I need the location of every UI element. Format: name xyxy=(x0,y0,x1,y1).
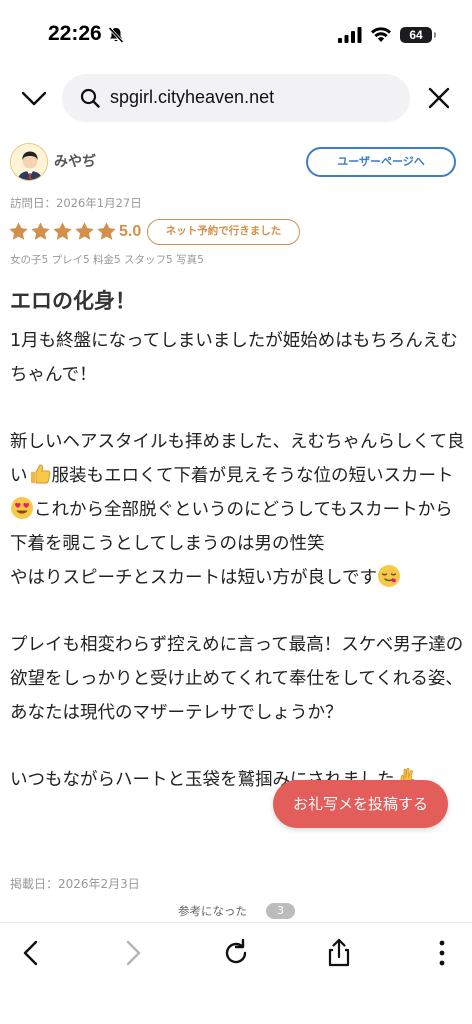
chevron-down-icon[interactable] xyxy=(20,85,48,111)
url-field[interactable]: spgirl.cityheaven.net xyxy=(62,74,410,122)
review-paragraph: これから全部脱ぐというのにどうしてもスカートから下着を覗こうとしてしまうのは男の… xyxy=(10,499,453,554)
signal-icon xyxy=(338,27,362,43)
username[interactable]: みやぢ xyxy=(54,151,96,171)
review-paragraph: 1月も終盤になってしまいましたが姫始めはもちろんえむちゃんで！ xyxy=(10,331,458,385)
star-rating xyxy=(8,221,117,243)
review-body: 1月も終盤になってしまいましたが姫始めはもちろんえむちゃんで！ 新しいヘアスタイ… xyxy=(10,325,465,798)
sub-scores: 女の子5 プレイ5 料金5 スタッフ5 写真5 xyxy=(10,254,204,266)
avatar[interactable] xyxy=(10,143,48,181)
back-icon[interactable] xyxy=(16,937,48,969)
review-paragraph: 服装もエロくて下着が見えそうな位の短いスカート xyxy=(51,466,454,487)
address-bar-row: spgirl.cityheaven.net xyxy=(0,73,472,123)
helpful-count-badge: 3 xyxy=(266,903,295,919)
star-icon xyxy=(9,222,28,240)
post-thankyou-photo-button[interactable]: お礼写メを投稿する xyxy=(273,780,448,828)
review-title: エロの化身！ xyxy=(10,289,136,313)
user-page-button[interactable]: ユーザーページへ xyxy=(306,147,456,177)
review-paragraph: プレイも相変わらず控えめに言って最高！スケベ男子達の欲望をしっかりと受け止めてく… xyxy=(10,635,464,723)
visit-date: 訪問日：2026年1月27日 xyxy=(10,196,142,210)
net-reservation-badge: ネット予約で行きました xyxy=(147,219,300,245)
browser-toolbar xyxy=(0,922,472,1024)
star-icon xyxy=(53,222,72,240)
more-icon[interactable] xyxy=(426,937,458,969)
star-icon xyxy=(75,222,94,240)
forward-icon[interactable] xyxy=(116,937,148,969)
helpful-button[interactable]: 参考になった xyxy=(178,903,247,919)
star-icon xyxy=(97,222,116,240)
close-icon[interactable] xyxy=(426,85,452,111)
status-bar: 22:26 64 xyxy=(0,0,472,70)
review-paragraph: やはりスピーチとスカートは短い方が良しです xyxy=(10,567,377,588)
status-time: 22:26 xyxy=(48,22,102,45)
share-icon[interactable] xyxy=(323,937,355,969)
rating-value: 5.0 xyxy=(119,223,142,240)
battery-indicator: 64 xyxy=(400,27,436,43)
url-text: spgirl.cityheaven.net xyxy=(110,87,275,107)
bell-slash-icon xyxy=(108,26,124,44)
heart-eyes-icon xyxy=(11,496,33,519)
thumbs-up-icon xyxy=(30,464,50,484)
user-avatar-icon xyxy=(11,144,47,180)
post-date: 掲載日：2026年2月3日 xyxy=(10,877,140,891)
star-icon xyxy=(31,222,50,240)
reload-icon[interactable] xyxy=(220,937,252,969)
wifi-icon xyxy=(371,27,391,42)
search-icon xyxy=(80,88,100,108)
relieved-face-icon xyxy=(377,564,400,587)
